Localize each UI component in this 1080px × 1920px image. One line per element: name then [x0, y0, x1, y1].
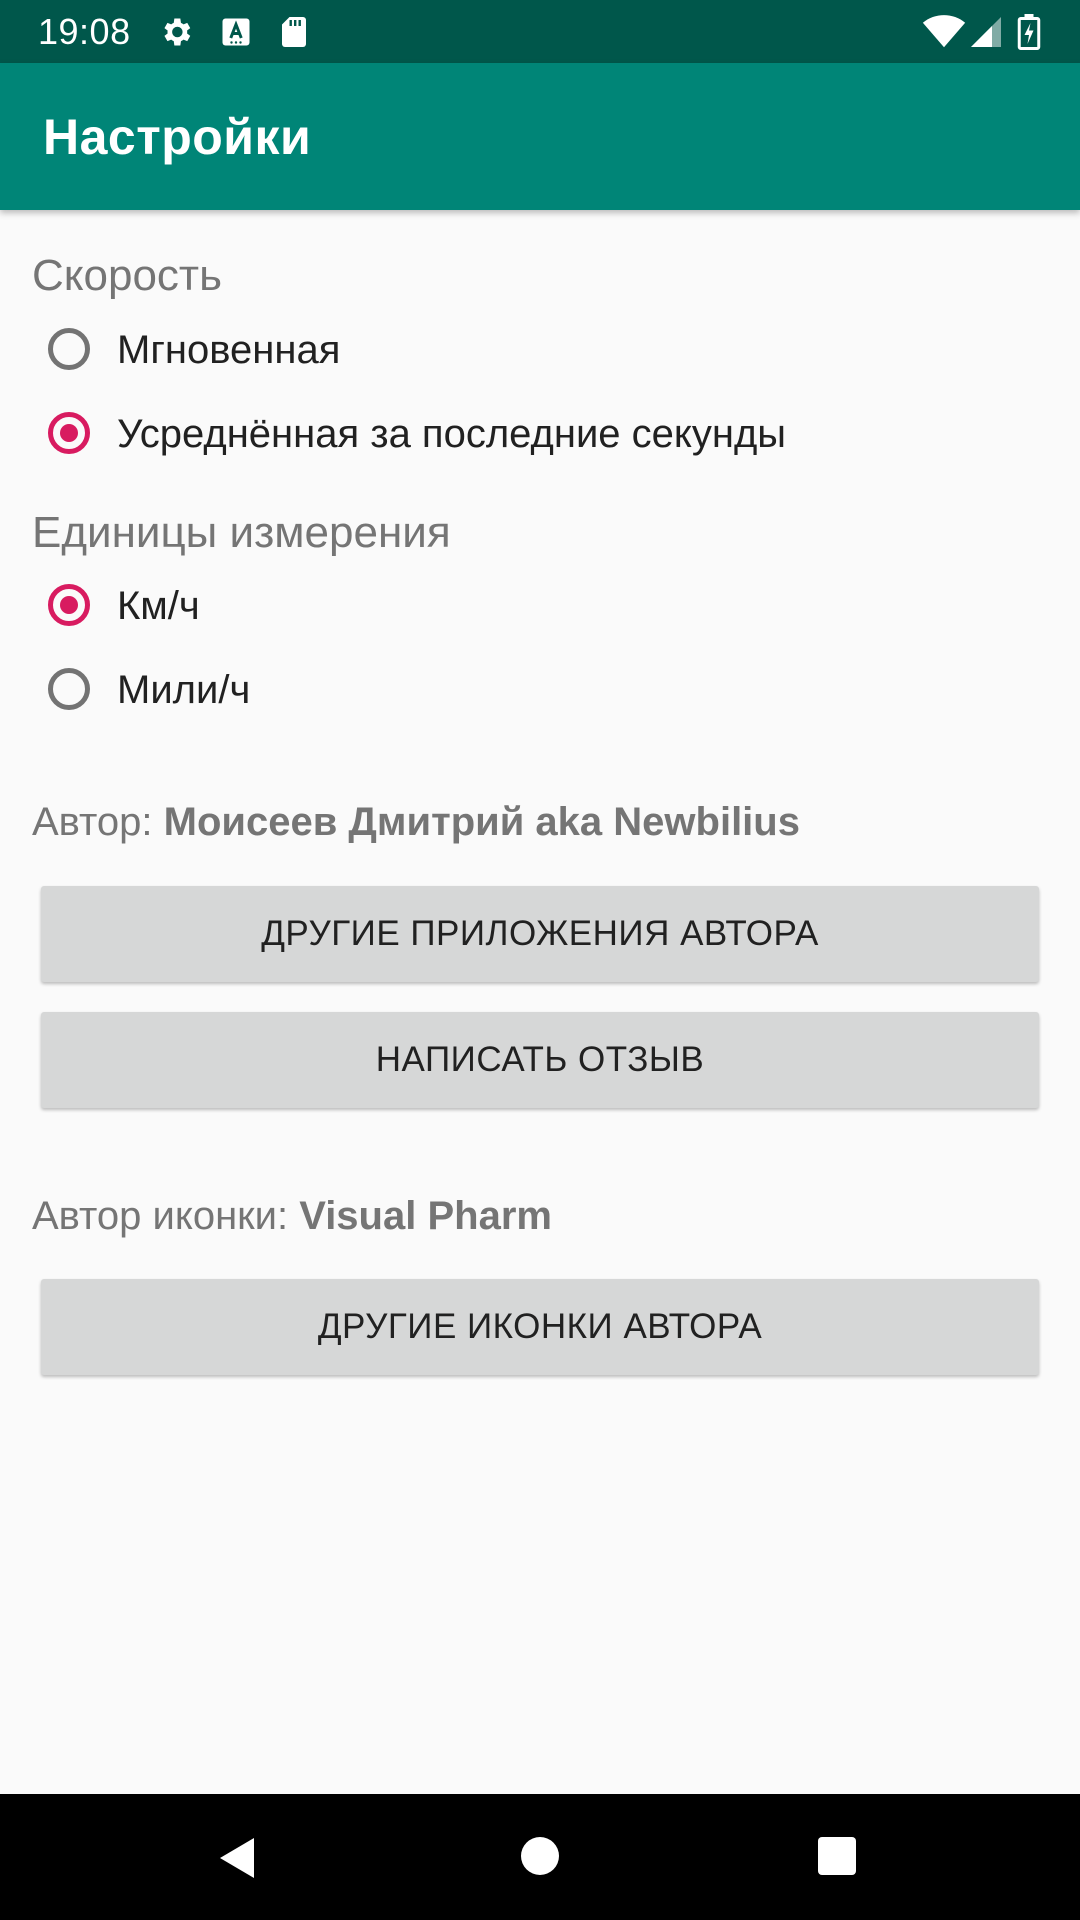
radio-average-speed[interactable]: Усреднённая за последние секунды: [40, 397, 1040, 481]
author-prefix: Автор:: [32, 800, 164, 844]
home-icon[interactable]: [520, 1836, 560, 1881]
write-review-button[interactable]: НАПИСАТЬ ОТЗЫВ: [41, 1012, 1039, 1108]
radio-checked-icon[interactable]: [48, 584, 90, 626]
navigation-bar: [0, 1794, 1080, 1920]
status-bar: 19:08: [0, 0, 1080, 63]
icon-author-prefix: Автор иконки:: [32, 1194, 300, 1238]
radio-unchecked-icon[interactable]: [48, 328, 90, 370]
wifi-icon: [922, 14, 966, 50]
units-section-title: Единицы измерения: [32, 508, 451, 557]
radio-checked-icon[interactable]: [48, 412, 90, 454]
battery-charging-icon: [1014, 14, 1044, 50]
radio-instant-speed[interactable]: Мгновенная: [40, 313, 1040, 397]
radio-label: Мили/ч: [117, 668, 251, 712]
radio-label: Км/ч: [117, 584, 200, 628]
radio-label: Мгновенная: [117, 328, 341, 372]
cell-signal-icon: [968, 14, 1004, 50]
radio-label: Усреднённая за последние секунды: [117, 412, 787, 456]
page-title: Настройки: [43, 109, 312, 165]
icon-author-name: Visual Pharm: [299, 1194, 552, 1238]
speed-section-title: Скорость: [32, 251, 223, 300]
author-name: Моисеев Дмитрий aka Newbilius: [163, 800, 800, 844]
icon-author-line: Автор иконки: Visual Pharm: [32, 1192, 552, 1240]
sd-card-icon: [276, 14, 312, 50]
status-time: 19:08: [38, 11, 131, 52]
recents-icon[interactable]: [817, 1836, 857, 1881]
other-apps-button[interactable]: ДРУГИЕ ПРИЛОЖЕНИЯ АВТОРА: [41, 886, 1039, 982]
radio-kmh[interactable]: Км/ч: [40, 569, 1040, 653]
other-icons-button[interactable]: ДРУГИЕ ИКОНКИ АВТОРА: [41, 1279, 1039, 1375]
keyboard-a-icon: [218, 14, 254, 50]
radio-unchecked-icon[interactable]: [48, 668, 90, 710]
back-icon[interactable]: [214, 1834, 258, 1887]
settings-screen: 19:08 Настройки Скорость Мгновенная Усре: [0, 0, 1080, 1920]
settings-icon: [158, 14, 194, 50]
author-line: Автор: Моисеев Дмитрий aka Newbilius: [32, 798, 800, 846]
radio-mph[interactable]: Мили/ч: [40, 653, 1040, 737]
app-bar: Настройки: [0, 63, 1080, 210]
